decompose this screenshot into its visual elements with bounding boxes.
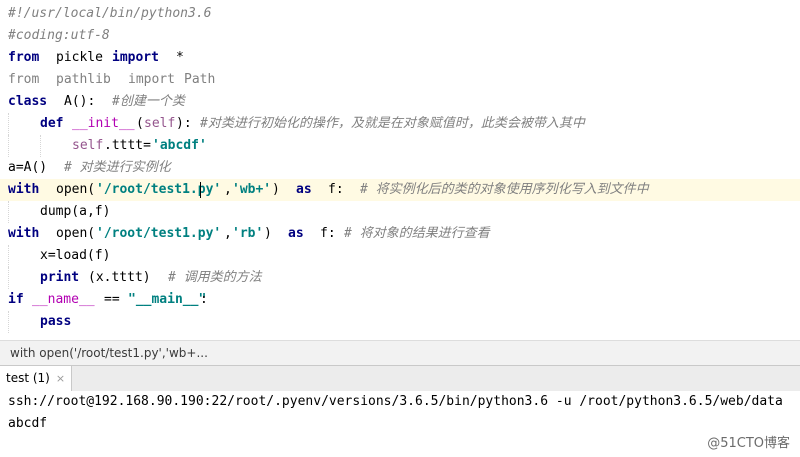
- function-name: __init__: [72, 116, 135, 131]
- keyword-if: if: [8, 292, 24, 307]
- inline-comment: # 将对象的结果进行查看: [344, 226, 490, 241]
- instance-code: a=A(): [8, 160, 48, 175]
- code-line[interactable]: from pathlib import Path: [0, 69, 800, 91]
- string-literal: '/root/test1.py': [96, 182, 222, 197]
- assignment: x=load(f): [40, 248, 111, 263]
- keyword-class: class: [8, 94, 48, 109]
- close-icon[interactable]: ×: [56, 372, 65, 385]
- keyword-with: with: [8, 226, 40, 241]
- indent-guide: [8, 113, 10, 135]
- self-ref: self: [72, 138, 104, 153]
- print-args: (x.tttt): [88, 270, 151, 285]
- function-call: open(: [56, 182, 96, 197]
- console-command: ssh://root@192.168.90.190:22/root/.pyenv…: [8, 394, 783, 409]
- operator: ==: [104, 292, 120, 307]
- indent-guide: [8, 135, 10, 157]
- inline-comment: # 对类进行实例化: [64, 160, 171, 175]
- keyword-import: import: [112, 50, 159, 65]
- code-line[interactable]: dump(a,f): [0, 201, 800, 223]
- code-editor[interactable]: #!/usr/local/bin/python3.6 #coding:utf-8…: [0, 0, 800, 340]
- indent-guide: [8, 311, 10, 333]
- keyword-with: with: [8, 182, 40, 197]
- string-literal: 'abcdf': [152, 138, 207, 153]
- keyword-from: from: [8, 72, 40, 87]
- code-line[interactable]: def __init__ ( self ): #对类进行初始化的操作，及就是在对…: [0, 113, 800, 135]
- import-target: Path: [184, 72, 216, 87]
- string-literal: '/root/test1.py': [96, 226, 222, 241]
- indent-guide: [8, 201, 10, 223]
- code-line[interactable]: from pickle import *: [0, 47, 800, 69]
- module-name: pathlib: [56, 72, 111, 87]
- comma: ,: [224, 182, 232, 197]
- run-tab-label: test (1): [6, 371, 50, 385]
- self-param: self: [144, 116, 176, 131]
- inline-comment: #对类进行初始化的操作，及就是在对象赋值时，此类会被带入其中: [200, 116, 585, 131]
- keyword-print: print: [40, 270, 80, 285]
- code-line[interactable]: print (x.tttt) # 调用类的方法: [0, 267, 800, 289]
- run-tab[interactable]: test (1) ×: [0, 366, 73, 391]
- code-line[interactable]: a=A() # 对类进行实例化: [0, 157, 800, 179]
- code-line[interactable]: pass: [0, 311, 800, 333]
- text-caret: [200, 182, 201, 198]
- code-line[interactable]: self .tttt= 'abcdf': [0, 135, 800, 157]
- run-tool-window-tabs: test (1) ×: [0, 365, 800, 392]
- keyword-as: as: [296, 182, 312, 197]
- keyword-from: from: [8, 50, 40, 65]
- inline-comment: # 将实例化后的类的对象使用序列化写入到文件中: [360, 182, 649, 197]
- indent-guide: [40, 135, 42, 157]
- paren-close: ):: [176, 116, 192, 131]
- code-line[interactable]: with open( '/root/test1.py' , 'rb' ) as …: [0, 223, 800, 245]
- module-name: pickle: [56, 50, 103, 65]
- variable-name: f:: [328, 182, 344, 197]
- import-target: *: [176, 50, 184, 65]
- code-line[interactable]: x=load(f): [0, 245, 800, 267]
- indent-guide: [8, 267, 10, 289]
- coding-comment: #coding:utf-8: [8, 28, 110, 43]
- keyword-import: import: [128, 72, 175, 87]
- paren-close: ): [272, 182, 280, 197]
- dunder-name: __name__: [32, 292, 95, 307]
- string-literal: "__main__": [128, 292, 207, 307]
- paren-close: ): [264, 226, 272, 241]
- shebang-comment: #!/usr/local/bin/python3.6: [8, 6, 212, 21]
- run-console[interactable]: ssh://root@192.168.90.190:22/root/.pyenv…: [0, 391, 800, 457]
- breadcrumb-item[interactable]: with open('/root/test1.py','wb+...: [10, 341, 208, 365]
- variable-name: f:: [320, 226, 336, 241]
- code-line[interactable]: #!/usr/local/bin/python3.6: [0, 3, 800, 25]
- class-name: A():: [64, 94, 96, 109]
- inline-comment: #创建一个类: [112, 94, 185, 109]
- string-literal: 'wb+': [232, 182, 272, 197]
- code-line[interactable]: if __name__ == "__main__" :: [0, 289, 800, 311]
- inline-comment: # 调用类的方法: [168, 270, 262, 285]
- keyword-pass: pass: [40, 314, 72, 329]
- watermark: @51CTO博客: [707, 436, 790, 451]
- indent-guide: [8, 245, 10, 267]
- attribute-assign: .tttt=: [104, 138, 151, 153]
- paren-open: (: [136, 116, 144, 131]
- string-literal: 'rb': [232, 226, 264, 241]
- comma: ,: [224, 226, 232, 241]
- breadcrumb[interactable]: with open('/root/test1.py','wb+...: [0, 340, 800, 365]
- colon: :: [200, 292, 208, 307]
- code-line[interactable]: #coding:utf-8: [0, 25, 800, 47]
- function-call: dump(a,f): [40, 204, 111, 219]
- code-line[interactable]: class A(): #创建一个类: [0, 91, 800, 113]
- keyword-def: def: [40, 116, 64, 131]
- function-call: open(: [56, 226, 96, 241]
- console-output: abcdf: [8, 416, 48, 431]
- keyword-as: as: [288, 226, 304, 241]
- code-line-current[interactable]: with open( '/root/test1.py' , 'wb+' ) as…: [0, 179, 800, 201]
